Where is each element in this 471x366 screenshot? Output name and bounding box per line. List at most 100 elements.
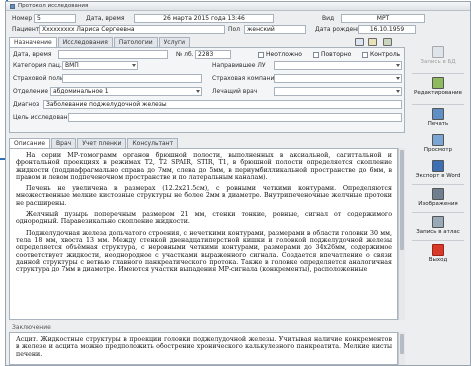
tab-studies[interactable]: Исследования bbox=[57, 37, 113, 47]
export-word-button[interactable]: Экспорт в Word bbox=[410, 160, 466, 179]
assignment-panel: Дата, время № лб. 2283 Неотложно Повторн… bbox=[9, 47, 405, 133]
window-icon bbox=[10, 3, 15, 9]
word-icon bbox=[432, 160, 444, 172]
category-select[interactable]: ВМП bbox=[62, 61, 138, 70]
lab-number-field[interactable]: 2283 bbox=[195, 50, 231, 59]
main-tabs: Назначение Исследования Патологии Услуги bbox=[9, 37, 191, 47]
atlas-icon bbox=[432, 216, 444, 228]
control-checkbox[interactable]: Контроль bbox=[362, 51, 400, 58]
save-atlas-label: Запись в атлас bbox=[416, 229, 460, 235]
chevron-down-icon bbox=[396, 90, 400, 93]
checkbox-box bbox=[258, 51, 264, 58]
chevron-down-icon bbox=[196, 90, 200, 93]
control-label: Контроль bbox=[370, 51, 401, 58]
chevron-down-icon bbox=[132, 64, 136, 67]
chevron-down-icon bbox=[396, 77, 400, 80]
sex-field[interactable]: женский bbox=[244, 25, 306, 34]
database-icon bbox=[432, 46, 444, 58]
physician-select[interactable] bbox=[274, 87, 402, 96]
conclusion-label: Заключение bbox=[12, 324, 51, 331]
conclusion-text: Асцит. Жидкостные структуры в проекции г… bbox=[16, 336, 392, 358]
category-label: Категория пац. bbox=[13, 62, 62, 69]
print-label: Печать bbox=[427, 121, 449, 127]
preview-icon bbox=[432, 134, 444, 146]
referring-select[interactable] bbox=[274, 61, 402, 70]
tab-doctor[interactable]: Врач bbox=[51, 138, 77, 148]
edit-button[interactable]: Редактирование bbox=[410, 77, 466, 96]
title-bar: Протокол исследования bbox=[6, 2, 470, 11]
checkbox-box bbox=[313, 51, 319, 58]
patient-label: Пациент bbox=[12, 26, 40, 33]
description-textarea[interactable]: На серии МР-томограмм органов брюшной по… bbox=[9, 148, 398, 320]
urgent-label: Неотложно bbox=[266, 51, 302, 58]
patient-field[interactable]: Xxxxxxxxx Лариса Сергеевна bbox=[39, 25, 225, 34]
checkbox-box bbox=[362, 51, 368, 58]
lab-number-label: № лб. bbox=[176, 51, 194, 58]
description-paragraph: Поджелудочная железа дольчатого строения… bbox=[16, 229, 392, 274]
assign-datetime-field[interactable] bbox=[58, 50, 168, 59]
purpose-label: Цель исследования bbox=[13, 114, 76, 121]
settings-icon[interactable] bbox=[383, 38, 392, 46]
printer-icon bbox=[432, 108, 444, 120]
description-paragraph: На серии МР-томограмм органов брюшной по… bbox=[16, 152, 392, 181]
urgent-checkbox[interactable]: Неотложно bbox=[258, 51, 302, 58]
divider bbox=[412, 212, 464, 213]
policy-field[interactable] bbox=[62, 74, 202, 83]
conclusion-textarea[interactable]: Асцит. Жидкостные структуры в проекции г… bbox=[9, 332, 398, 365]
divider bbox=[412, 104, 464, 105]
scrollbar-thumb[interactable] bbox=[400, 150, 404, 250]
department-select[interactable]: абдоминальное 1 bbox=[50, 87, 202, 96]
save-db-button[interactable]: Запись в БД bbox=[410, 46, 466, 65]
copy-icon[interactable] bbox=[355, 38, 364, 46]
datetime-label: Дата, время bbox=[86, 15, 125, 22]
diagnosis-label: Диагноз bbox=[13, 101, 40, 108]
description-scrollbar[interactable] bbox=[398, 148, 405, 320]
folder-icon[interactable] bbox=[368, 38, 377, 46]
divider bbox=[412, 184, 464, 185]
insurer-select[interactable] bbox=[274, 74, 402, 83]
images-button[interactable]: Изображения bbox=[410, 188, 466, 207]
assign-datetime-label: Дата, время bbox=[13, 51, 52, 58]
tab-consultant[interactable]: Консультант bbox=[127, 138, 179, 148]
number-label: Номер bbox=[12, 15, 33, 22]
tab-services[interactable]: Услуги bbox=[158, 37, 191, 47]
type-field[interactable]: МРТ bbox=[341, 14, 425, 23]
chevron-down-icon bbox=[396, 64, 400, 67]
tab-description[interactable]: Описание bbox=[9, 138, 51, 148]
physician-label: Лечащий врач bbox=[212, 88, 258, 95]
insurer-label: Страховая компания bbox=[212, 75, 278, 82]
type-label: Вид bbox=[322, 15, 335, 22]
birthdate-field[interactable]: 16.10.1959 bbox=[358, 25, 416, 34]
edit-label: Редактирование bbox=[414, 90, 462, 96]
policy-label: Страховой полис bbox=[13, 75, 68, 82]
images-icon bbox=[432, 188, 444, 200]
print-button[interactable]: Печать bbox=[410, 108, 466, 127]
tab-film[interactable]: Учет пленки bbox=[77, 138, 127, 148]
divider bbox=[412, 240, 464, 241]
close-icon bbox=[432, 244, 444, 256]
save-db-label: Запись в БД bbox=[420, 59, 456, 65]
sex-label: Пол bbox=[228, 26, 241, 33]
referring-label: Направившее ЛУ bbox=[212, 62, 266, 69]
edit-icon bbox=[432, 77, 444, 89]
exit-label: Выход bbox=[428, 257, 448, 263]
description-tabs: Описание Врач Учет пленки Консультант bbox=[9, 138, 179, 148]
tab-pathologies[interactable]: Патологии bbox=[113, 37, 158, 47]
export-word-label: Экспорт в Word bbox=[415, 173, 461, 179]
repeat-checkbox[interactable]: Повторно bbox=[313, 51, 351, 58]
exit-button[interactable]: Выход bbox=[410, 244, 466, 263]
diagnosis-field[interactable]: Заболевание поджелудочной железы bbox=[43, 100, 402, 109]
purpose-field[interactable] bbox=[68, 113, 402, 122]
tab-assignment[interactable]: Назначение bbox=[9, 37, 57, 47]
exam-datetime-field[interactable]: 26 марта 2015 года 13:46 bbox=[134, 14, 274, 23]
department-label: Отделение bbox=[13, 88, 49, 95]
number-field[interactable]: 5 bbox=[34, 14, 76, 23]
conclusion-scrollbar[interactable] bbox=[398, 332, 405, 365]
repeat-label: Повторно bbox=[321, 51, 352, 58]
preview-label: Просмотр bbox=[423, 147, 453, 153]
save-atlas-button[interactable]: Запись в атлас bbox=[410, 216, 466, 235]
scrollbar-thumb[interactable] bbox=[400, 334, 404, 354]
preview-button[interactable]: Просмотр bbox=[410, 134, 466, 153]
description-paragraph: Желчный пузырь поперечным размером 21 мм… bbox=[16, 211, 392, 226]
window-title: Протокол исследования bbox=[18, 3, 89, 9]
